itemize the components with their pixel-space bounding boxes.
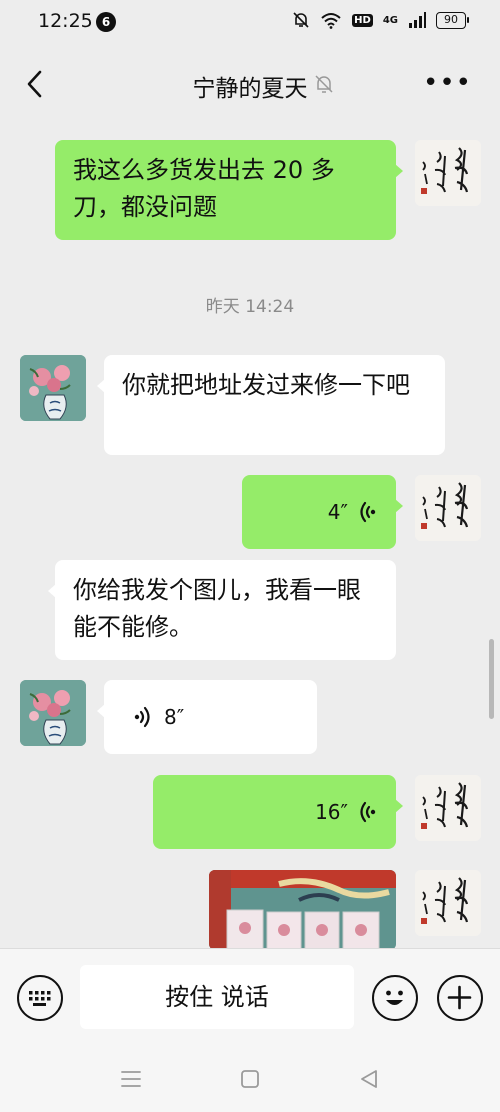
peer-voice-message[interactable]: 8″ [97,680,317,754]
self-avatar[interactable] [415,475,481,541]
peer-text-message[interactable]: 你给我发个图儿，我看一眼能不能修。 [48,560,396,660]
network-type-label: 4G [382,14,398,26]
battery-indicator: 90 [436,11,469,29]
home-square-icon[interactable] [237,1066,263,1092]
menu-icon[interactable] [118,1066,144,1092]
signal-bars-icon [409,12,426,28]
keyboard-button[interactable] [17,975,63,1021]
voice-duration: 16″ [315,799,348,824]
calligraphy-avatar-image [415,475,481,541]
self-image-message[interactable] [209,870,396,948]
scrollbar-thumb[interactable] [489,639,494,719]
calligraphy-avatar-image [415,140,481,206]
status-bar: 12:25 6 HD 4G 90 [0,0,500,44]
status-time: 12:25 [38,10,93,32]
time-divider: 昨天 14:24 [205,297,295,317]
emoji-button[interactable] [372,975,418,1021]
self-text-message[interactable]: 我这么多货发出去 20 多刀，都没问题 [55,140,403,240]
flower-vase-avatar-image [20,355,86,421]
bell-off-icon [315,75,333,93]
flower-vase-avatar-image [20,680,86,746]
peer-text-message[interactable]: 你就把地址发过来修一下吧 [97,355,445,455]
message-list[interactable]: 我这么多货发出去 20 多刀，都没问题 昨天 14:24 你就把地址发过来修一下… [0,112,500,948]
plus-icon [447,985,472,1010]
message-text: 你就把地址发过来修一下吧 [122,371,410,399]
voice-wave-icon [360,801,376,823]
message-text: 我这么多货发出去 20 多刀，都没问题 [73,156,335,221]
calligraphy-avatar-image [415,775,481,841]
status-icons: HD 4G 90 [292,11,469,29]
wifi-icon [321,13,341,29]
self-avatar[interactable] [415,775,481,841]
self-avatar[interactable] [415,870,481,936]
peer-avatar[interactable] [20,355,86,421]
emoji-icon [386,990,403,1005]
voice-duration: 8″ [164,704,185,729]
more-dots-icon[interactable]: ••• [423,70,472,96]
notification-badge: 6 [96,12,116,32]
voice-wave-icon [360,501,376,523]
system-navigation-bar [0,1048,500,1112]
self-avatar[interactable] [415,140,481,206]
plus-button[interactable] [437,975,483,1021]
input-bar: 按住 说话 [0,948,500,1048]
peer-avatar[interactable] [20,680,86,746]
back-triangle-icon[interactable] [356,1066,382,1092]
bell-off-icon [293,12,309,28]
message-text: 你给我发个图儿，我看一眼能不能修。 [73,576,361,641]
hd-badge: HD [352,13,373,27]
photo-thumbnail [209,870,396,948]
voice-duration: 4″ [327,499,348,524]
voice-wave-icon [134,706,150,728]
self-voice-message[interactable]: 16″ [153,775,403,849]
self-voice-message[interactable]: 4″ [242,475,403,549]
calligraphy-avatar-image [415,870,481,936]
keyboard-icon [29,991,51,1006]
chat-header: 宁静的夏天 ••• [0,56,500,112]
hold-to-talk-button[interactable]: 按住 说话 [80,965,354,1029]
